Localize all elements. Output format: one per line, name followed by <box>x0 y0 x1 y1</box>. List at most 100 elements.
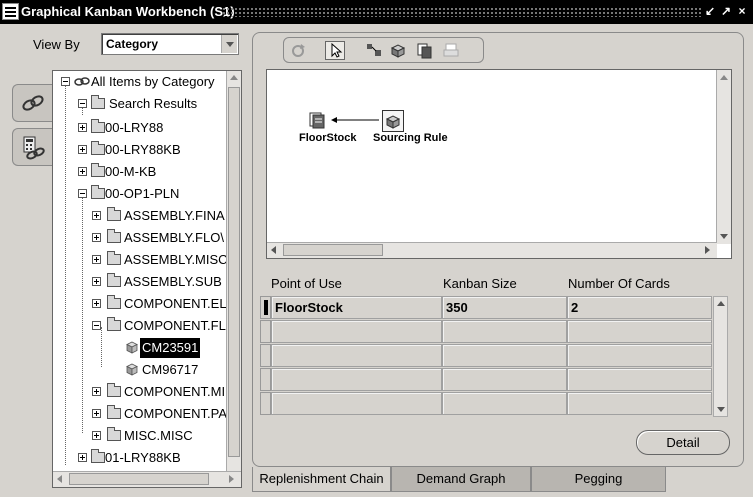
scrollbar-thumb[interactable] <box>283 244 383 256</box>
canvas-vertical-scrollbar[interactable] <box>716 70 731 244</box>
tree-item-assembly-misc[interactable]: ASSEMBLY.MISC <box>53 250 227 270</box>
tree-vertical-scrollbar[interactable] <box>226 71 241 471</box>
expand-icon[interactable] <box>92 255 101 264</box>
scroll-up-icon[interactable] <box>230 75 238 80</box>
collapse-icon[interactable] <box>78 99 87 108</box>
table-row[interactable] <box>260 320 712 344</box>
tab-pegging[interactable]: Pegging <box>531 467 666 492</box>
tree-item-cm23591[interactable]: CM23591 <box>53 338 227 358</box>
expand-icon[interactable] <box>78 145 87 154</box>
scroll-down-icon[interactable] <box>720 234 728 239</box>
tree-item-misc-misc[interactable]: MISC.MISC <box>53 426 227 446</box>
scrollbar-thumb[interactable] <box>228 87 240 457</box>
cell-kanban-size[interactable] <box>442 344 567 367</box>
scroll-up-icon[interactable] <box>720 75 728 80</box>
tree-item-component-mi[interactable]: COMPONENT.MI <box>53 382 227 402</box>
tab-demand-graph[interactable]: Demand Graph <box>391 467 531 492</box>
tree-item-00-lry88kb[interactable]: 00-LRY88KB <box>53 140 225 160</box>
cell-point-of-use[interactable] <box>271 344 442 367</box>
cell-kanban-size[interactable] <box>442 368 567 391</box>
tree-item-component-pa[interactable]: COMPONENT.PA <box>53 404 227 424</box>
cell-point-of-use[interactable] <box>271 368 442 391</box>
table-row[interactable] <box>260 368 712 392</box>
tree-item-assembly-flo[interactable]: ASSEMBLY.FLO\ <box>53 228 227 248</box>
cell-number-of-cards[interactable] <box>567 344 712 367</box>
category-tree[interactable]: All Items by Category Search Results 00-… <box>52 70 242 488</box>
scroll-left-icon[interactable] <box>57 475 62 483</box>
column-header-point-of-use: Point of Use <box>271 276 342 291</box>
cell-kanban-size[interactable]: 350 <box>442 296 567 319</box>
tree-item-00-op1-pln[interactable]: 00-OP1-PLN <box>53 184 225 204</box>
row-marker[interactable] <box>260 296 271 319</box>
cell-kanban-size[interactable] <box>442 320 567 343</box>
tree-item-search-results[interactable]: Search Results <box>53 94 225 114</box>
tree-item-01-lry88kb[interactable]: 01-LRY88KB <box>53 448 227 468</box>
scroll-right-icon[interactable] <box>705 246 710 254</box>
expand-icon[interactable] <box>92 387 101 396</box>
row-marker[interactable] <box>260 344 271 367</box>
floorstock-icon[interactable] <box>309 111 327 129</box>
maximize-icon[interactable]: ↗ <box>719 4 733 19</box>
cell-number-of-cards[interactable] <box>567 392 712 415</box>
tree-item-00-m-kb[interactable]: 00-M-KB <box>53 162 225 182</box>
tree-item-root[interactable]: All Items by Category <box>53 72 225 92</box>
close-icon[interactable]: × <box>735 4 749 19</box>
expand-icon[interactable] <box>92 409 101 418</box>
cell-point-of-use[interactable]: FloorStock <box>271 296 442 319</box>
scroll-right-icon[interactable] <box>229 475 234 483</box>
scrollbar-thumb[interactable] <box>69 473 209 485</box>
row-marker[interactable] <box>260 320 271 343</box>
side-tab-kanban[interactable] <box>12 128 52 166</box>
cell-number-of-cards[interactable] <box>567 320 712 343</box>
scroll-down-icon[interactable] <box>717 407 725 412</box>
view-by-label: View By <box>33 37 80 52</box>
expand-icon[interactable] <box>78 453 87 462</box>
expand-icon[interactable] <box>92 431 101 440</box>
select-pointer-icon[interactable] <box>325 41 345 60</box>
scroll-up-icon[interactable] <box>717 301 725 306</box>
tree-item-assembly-sub[interactable]: ASSEMBLY.SUB <box>53 272 227 292</box>
side-tab-items[interactable] <box>12 84 52 122</box>
cell-point-of-use[interactable] <box>271 392 442 415</box>
table-row[interactable]: FloorStock 350 2 <box>260 296 712 320</box>
expand-icon[interactable] <box>92 277 101 286</box>
tab-replenishment-chain[interactable]: Replenishment Chain <box>252 467 391 492</box>
tree-horizontal-scrollbar[interactable] <box>53 471 241 487</box>
minimize-icon[interactable]: ↙ <box>703 4 717 19</box>
refresh-icon[interactable] <box>288 41 308 60</box>
expand-icon[interactable] <box>78 123 87 132</box>
expand-icon[interactable] <box>78 167 87 176</box>
cell-point-of-use[interactable] <box>271 320 442 343</box>
cell-kanban-size[interactable] <box>442 392 567 415</box>
view-by-select[interactable]: Category <box>101 33 239 55</box>
expand-icon[interactable] <box>92 211 101 220</box>
copy-icon[interactable] <box>415 41 435 60</box>
cell-number-of-cards[interactable]: 2 <box>567 296 712 319</box>
expand-icon[interactable] <box>92 299 101 308</box>
row-marker[interactable] <box>260 392 271 415</box>
sourcing-rule-node[interactable] <box>382 110 404 132</box>
print-icon[interactable] <box>441 41 461 60</box>
collapse-icon[interactable] <box>78 189 87 198</box>
row-marker[interactable] <box>260 368 271 391</box>
tree-item-cm96717[interactable]: CM96717 <box>53 360 227 380</box>
tree-item-component-el[interactable]: COMPONENT.EL <box>53 294 227 314</box>
tree-item-00-lry88[interactable]: 00-LRY88 <box>53 118 225 138</box>
table-row[interactable] <box>260 344 712 368</box>
chevron-down-icon[interactable] <box>221 35 237 53</box>
folder-icon <box>91 163 105 177</box>
source-icon[interactable] <box>388 41 408 60</box>
table-row[interactable] <box>260 392 712 416</box>
collapse-icon[interactable] <box>61 77 70 86</box>
cell-number-of-cards[interactable] <box>567 368 712 391</box>
expand-icon[interactable] <box>92 233 101 242</box>
collapse-icon[interactable] <box>92 321 101 330</box>
scroll-left-icon[interactable] <box>271 246 276 254</box>
canvas-horizontal-scrollbar[interactable] <box>267 242 717 258</box>
table-vertical-scrollbar[interactable] <box>713 296 728 417</box>
detail-button[interactable]: Detail <box>636 430 730 455</box>
replenishment-chain-canvas[interactable]: FloorStock Sourcing Rule <box>266 69 732 259</box>
tree-item-component-fl[interactable]: COMPONENT.FL <box>53 316 227 336</box>
layout-icon[interactable] <box>364 41 384 60</box>
tree-item-assembly-fina[interactable]: ASSEMBLY.FINA <box>53 206 227 226</box>
